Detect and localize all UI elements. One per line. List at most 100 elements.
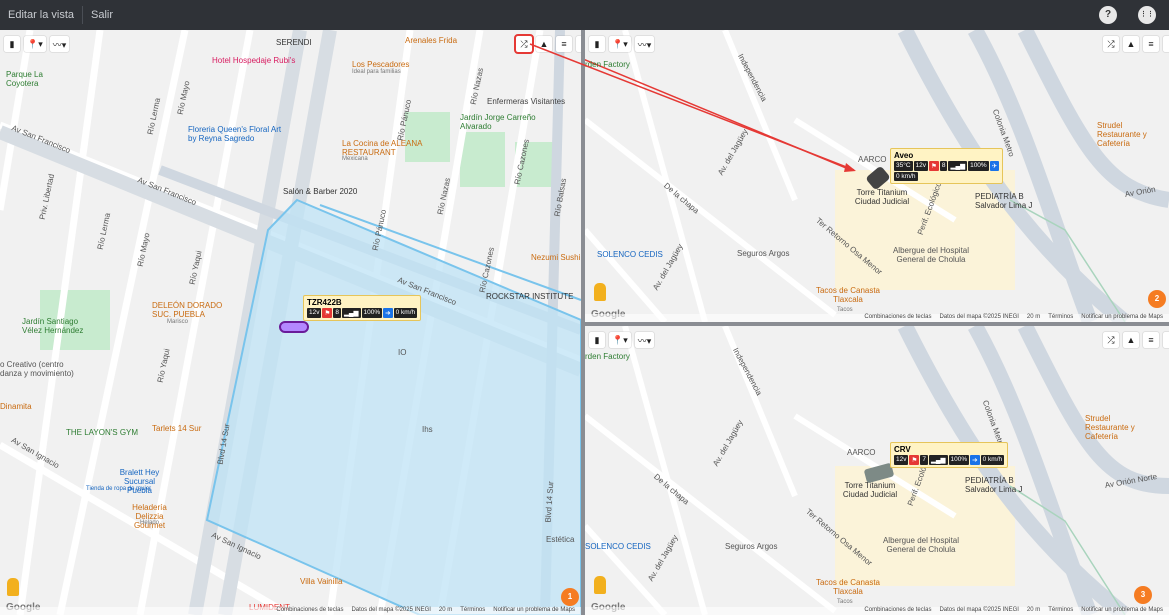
help-icon[interactable]: ?	[1099, 6, 1117, 24]
label-creativo: o Creativo (centro danza y movimiento)	[0, 360, 74, 378]
shuffle-icon[interactable]: ⤮	[1103, 332, 1119, 348]
label-dinamita: Dinamita	[0, 402, 32, 411]
pegman-icon[interactable]	[594, 576, 606, 594]
label-tacos-sub: Tacos	[837, 599, 853, 605]
label-cocina-sub: Mexicana	[342, 156, 368, 162]
footer-report[interactable]: Notificar un problema de Maps	[1081, 314, 1163, 322]
label-strudel: Strudel Restaurante y Cafetería	[1097, 121, 1147, 148]
label-solenco: SOLENCO CEDIS	[585, 542, 651, 551]
label-albergue: Albergue del Hospital General de Cholula	[892, 246, 970, 264]
map-footer-2: Combinaciones de teclas Datos del mapa ©…	[585, 314, 1169, 322]
map-panel-1[interactable]: ▮ 📍▾ 〰▾ ⤮ ▲ ≡ ▮ SERENDI Arenales Frida P…	[0, 30, 581, 615]
panel-number-badge: 2	[1148, 290, 1166, 308]
speed-chip: 0 km/h	[393, 308, 418, 318]
battery-icon[interactable]: ▮	[1163, 36, 1169, 52]
pegman-icon[interactable]	[594, 283, 606, 301]
layer-icon[interactable]: ▮	[589, 332, 605, 348]
ignition-chip: ⚑	[322, 308, 333, 318]
pegman-icon[interactable]	[7, 578, 19, 596]
label-salon: Salón & Barber 2020	[283, 187, 358, 196]
marker-dropdown[interactable]: 📍▾	[609, 36, 631, 52]
panel3-left-tools: ▮ 📍▾ 〰▾	[589, 332, 655, 348]
footer-terms[interactable]: Términos	[460, 607, 485, 615]
label-hotel: Hotel Hospedaje Rubi's	[212, 56, 296, 65]
label-pediatria: PEDIATRÍA B Salvador Lima J	[975, 192, 1033, 210]
route-dropdown[interactable]: 〰▾	[634, 36, 655, 52]
battery-chip: 12v	[307, 308, 322, 318]
label-deleon-sub: Marisco	[167, 319, 189, 325]
label-seguros: Seguros Argos	[725, 542, 778, 551]
footer-terms[interactable]: Términos	[1048, 607, 1073, 615]
direction-chip: ➔	[970, 455, 980, 465]
footer-keys[interactable]: Combinaciones de teclas	[276, 607, 343, 615]
vehicle-label-tzr422b[interactable]: TZR422B 12v ⚑ 8 ▂▄▆ 100% ➔ 0 km/h	[303, 295, 422, 321]
panel-number-badge: 3	[1134, 586, 1152, 604]
signal-chip: ▂▄▆	[341, 308, 361, 318]
label-tarlets: Tarlets 14 Sur	[152, 424, 202, 433]
panel2-right-tools: ⤮ ▲ ≡ ▮	[1103, 36, 1169, 52]
label-jardin-santiago: Jardín Santiago Vélez Hernández	[22, 317, 84, 335]
label-floreria: Floreria Queen's Floral Art by Reyna Sag…	[188, 125, 282, 143]
list-icon[interactable]: ≡	[556, 36, 572, 52]
road-icon[interactable]: ▲	[536, 36, 552, 52]
ignition-chip: ⚑	[909, 455, 920, 465]
signal-chip: ▂▄▆	[948, 161, 968, 171]
map-panel-3[interactable]: ▮ 📍▾ 〰▾ ⤮ ▲ ≡ ▮ rden Factory AARCO Torre…	[585, 326, 1169, 615]
footer-scale: 20 m	[1026, 607, 1041, 613]
road-icon[interactable]: ▲	[1123, 36, 1139, 52]
satellite-chip: 8	[939, 161, 948, 171]
top-bar: Editar la vista Salir ? ⋮⋮	[0, 0, 1169, 30]
panel-number-badge: 1	[561, 588, 579, 606]
label-enfermeras: Enfermeras Visitantes	[487, 97, 566, 106]
exit-button[interactable]: Salir	[83, 6, 121, 24]
footer-report[interactable]: Notificar un problema de Maps	[1081, 607, 1163, 615]
route-dropdown[interactable]: 〰▾	[634, 332, 655, 348]
list-icon[interactable]: ≡	[1143, 332, 1159, 348]
satellite-chip: 7	[920, 455, 928, 465]
satellite-chip: 8	[333, 308, 341, 318]
label-garden: rden Factory	[585, 352, 630, 361]
signal-chip: ▂▄▆	[928, 455, 948, 465]
shuffle-icon[interactable]: ⤮	[1103, 36, 1119, 52]
footer-data: Datos del mapa ©2025 INEGI	[939, 314, 1019, 320]
vehicle-label-aveo[interactable]: Aveo 35°C 12v ⚑ 8 ▂▄▆ 100% ✈ 0 km/h	[890, 148, 1004, 184]
edit-view-button[interactable]: Editar la vista	[0, 6, 82, 24]
layer-icon[interactable]: ▮	[589, 36, 605, 52]
road-icon[interactable]: ▲	[1123, 332, 1139, 348]
footer-report[interactable]: Notificar un problema de Maps	[493, 607, 575, 615]
vehicle-label-crv[interactable]: CRV 12v ⚑ 7 ▂▄▆ 100% ➔ 0 km/h	[890, 442, 1009, 468]
footer-keys[interactable]: Combinaciones de teclas	[864, 314, 931, 322]
label-tacos: Tacos de Canasta Tlaxcala	[815, 578, 881, 596]
vehicle-name: TZR422B	[307, 298, 342, 307]
fuel-chip: 100%	[948, 455, 970, 465]
label-seguros: Seguros Argos	[737, 249, 790, 258]
label-solenco: SOLENCO CEDIS	[597, 250, 663, 259]
speed-chip: 0 km/h	[894, 172, 918, 181]
apps-icon[interactable]: ⋮⋮	[1138, 6, 1156, 24]
vehicle-marker-tzr422b[interactable]	[279, 321, 309, 333]
label-albergue: Albergue del Hospital General de Cholula	[882, 536, 960, 554]
panel1-right-tools: ⤮ ▲ ≡ ▮	[514, 34, 581, 54]
footer-terms[interactable]: Términos	[1048, 314, 1073, 322]
label-pescadores: Los Pescadores	[352, 60, 410, 69]
label-estetica: Estética	[546, 535, 575, 544]
battery-icon[interactable]: ▮	[1163, 332, 1169, 348]
label-nezumi: Nezumi Sushi	[531, 253, 581, 262]
route-dropdown[interactable]: 〰▾	[49, 36, 70, 52]
vehicle-name: CRV	[894, 445, 911, 454]
marker-dropdown[interactable]: 📍▾	[24, 36, 46, 52]
footer-scale: 20 m	[438, 607, 453, 613]
label-torre: Torre Titanium Ciudad Judicial	[842, 481, 898, 499]
layer-icon[interactable]: ▮	[4, 36, 20, 52]
label-io: IO	[398, 348, 407, 357]
label-heladeria-sub: Helado	[140, 520, 160, 526]
label-villa: Villa Vainilla	[300, 577, 343, 586]
marker-dropdown[interactable]: 📍▾	[609, 332, 631, 348]
shuffle-icon[interactable]: ⤮	[514, 34, 534, 54]
fuel-chip: 100%	[968, 161, 989, 171]
footer-keys[interactable]: Combinaciones de teclas	[864, 607, 931, 615]
vehicle-name: Aveo	[894, 151, 914, 160]
label-arenales: Arenales Frida	[405, 36, 458, 45]
map-panel-2[interactable]: ▮ 📍▾ 〰▾ ⤮ ▲ ≡ ▮ rden Factory AARCO Torre…	[585, 30, 1169, 322]
list-icon[interactable]: ≡	[1143, 36, 1159, 52]
